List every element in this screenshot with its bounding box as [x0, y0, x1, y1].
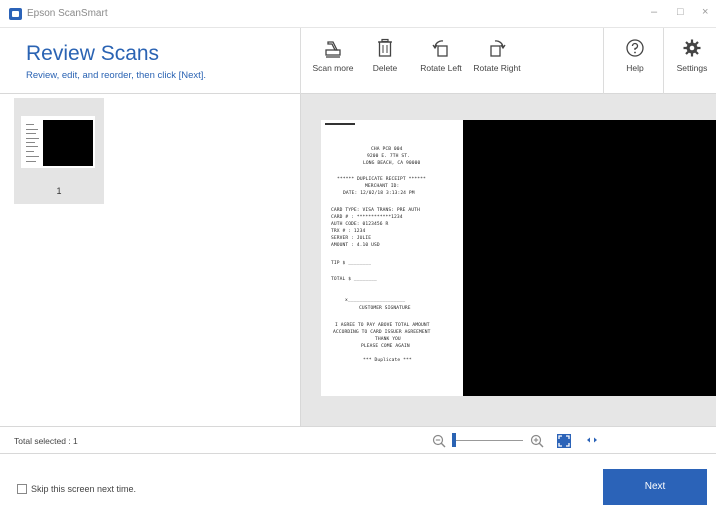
- thumbnail-pane: 1: [0, 94, 300, 426]
- scan-more-label: Scan more: [312, 63, 354, 73]
- minimize-button[interactable]: –: [651, 6, 657, 18]
- window-title: Epson ScanSmart: [27, 8, 108, 19]
- receipt-line: ****** DUPLICATE RECEIPT ******: [337, 177, 426, 182]
- preview-pane: CHA PCB 004 9200 E. 7TH ST. LONG BEACH, …: [301, 94, 716, 426]
- receipt-line: CARD TYPE: VISA TRANS: PRE AUTH: [331, 208, 420, 213]
- toolbar-divider: [300, 28, 301, 94]
- page-title: Review Scans: [26, 42, 160, 65]
- rotate-right-icon: [490, 40, 506, 57]
- settings-label: Settings: [676, 63, 708, 73]
- settings-button[interactable]: Settings: [668, 38, 716, 73]
- toolbar-divider: [663, 28, 664, 94]
- rotate-left-icon: [432, 40, 448, 57]
- receipt-line: TRX # : 1234: [331, 229, 366, 234]
- receipt-line: CUSTOMER SIGNATURE: [359, 306, 411, 311]
- receipt-line: x____________________: [345, 298, 406, 303]
- rotate-left-label: Rotate Left: [420, 63, 462, 73]
- receipt-line: PLEASE COME AGAIN: [361, 344, 410, 349]
- receipt-line: DATE: 12/02/18 3:13:24 PM: [343, 191, 415, 196]
- zoom-slider-track[interactable]: [453, 440, 523, 441]
- receipt-line: THANK YOU: [375, 337, 401, 342]
- total-selected-count: Total selected : 1: [14, 436, 78, 446]
- close-button[interactable]: ×: [702, 6, 708, 18]
- rotate-right-label: Rotate Right: [473, 63, 521, 73]
- app-logo-icon: [9, 8, 22, 20]
- receipt-line: I AGREE TO PAY ABOVE TOTAL AMOUNT: [335, 323, 430, 328]
- fit-to-window-icon[interactable]: [557, 434, 571, 448]
- zoom-slider-thumb[interactable]: [452, 433, 457, 447]
- zoom-in-icon[interactable]: [530, 434, 544, 448]
- thumbnail-page-number: 1: [56, 186, 62, 196]
- actual-size-icon[interactable]: [586, 435, 598, 445]
- receipt-line: MERCHANT ID:: [365, 184, 400, 189]
- zoom-out-icon[interactable]: [432, 434, 446, 448]
- trash-icon: [378, 38, 392, 57]
- receipt-line: ACCORDING TO CARD ISSUER AGREEMENT: [333, 330, 431, 335]
- help-icon: [626, 39, 644, 57]
- maximize-button[interactable]: □: [677, 6, 684, 18]
- page-thumbnail[interactable]: 1: [14, 98, 104, 204]
- receipt-line: TIP $ ________: [331, 261, 372, 266]
- header: Review Scans Review, edit, and reorder, …: [0, 28, 716, 94]
- rotate-right-button[interactable]: Rotate Right: [467, 38, 527, 73]
- toolbar-divider: [603, 28, 604, 94]
- skip-screen-label[interactable]: Skip this screen next time.: [31, 484, 136, 494]
- skip-screen-checkbox[interactable]: [17, 484, 27, 494]
- receipt-line: CHA PCB 004: [371, 147, 403, 152]
- receipt-edge-mark: [325, 123, 355, 125]
- receipt-line: AUTH CODE: 0123456 R: [331, 222, 389, 227]
- window-title-bar: Epson ScanSmart – □ ×: [0, 0, 716, 28]
- receipt-line: 9200 E. 7TH ST.: [367, 154, 410, 159]
- receipt-line: *** Duplicate ***: [363, 358, 412, 363]
- status-bar: Total selected : 1: [0, 426, 716, 454]
- gear-icon: [683, 39, 701, 57]
- thumbnail-scan-area: [43, 120, 93, 166]
- delete-button[interactable]: Delete: [355, 38, 415, 73]
- receipt-line: AMOUNT : 4.10 USD: [331, 243, 380, 248]
- scan-preview-image: CHA PCB 004 9200 E. 7TH ST. LONG BEACH, …: [321, 120, 716, 396]
- help-label: Help: [626, 63, 644, 73]
- next-button[interactable]: Next: [603, 469, 707, 505]
- thumbnail-image: [21, 116, 95, 168]
- page-subtitle: Review, edit, and reorder, then click [N…: [26, 70, 207, 81]
- receipt-image: CHA PCB 004 9200 E. 7TH ST. LONG BEACH, …: [321, 120, 463, 396]
- delete-label: Delete: [372, 63, 398, 73]
- receipt-line: LONG BEACH, CA 90000: [363, 161, 421, 166]
- scan-more-button[interactable]: Scan more: [303, 38, 363, 73]
- thumbnail-receipt: [23, 120, 43, 166]
- receipt-line: TOTAL $ ________: [331, 277, 377, 282]
- receipt-line: SERVER : JULIE: [331, 236, 372, 241]
- receipt-line: CARD # : ************1234: [331, 215, 403, 220]
- rotate-left-button[interactable]: Rotate Left: [411, 38, 471, 73]
- footer: Skip this screen next time. Next: [0, 455, 716, 514]
- help-button[interactable]: Help: [605, 38, 665, 73]
- scanner-icon: [325, 41, 341, 58]
